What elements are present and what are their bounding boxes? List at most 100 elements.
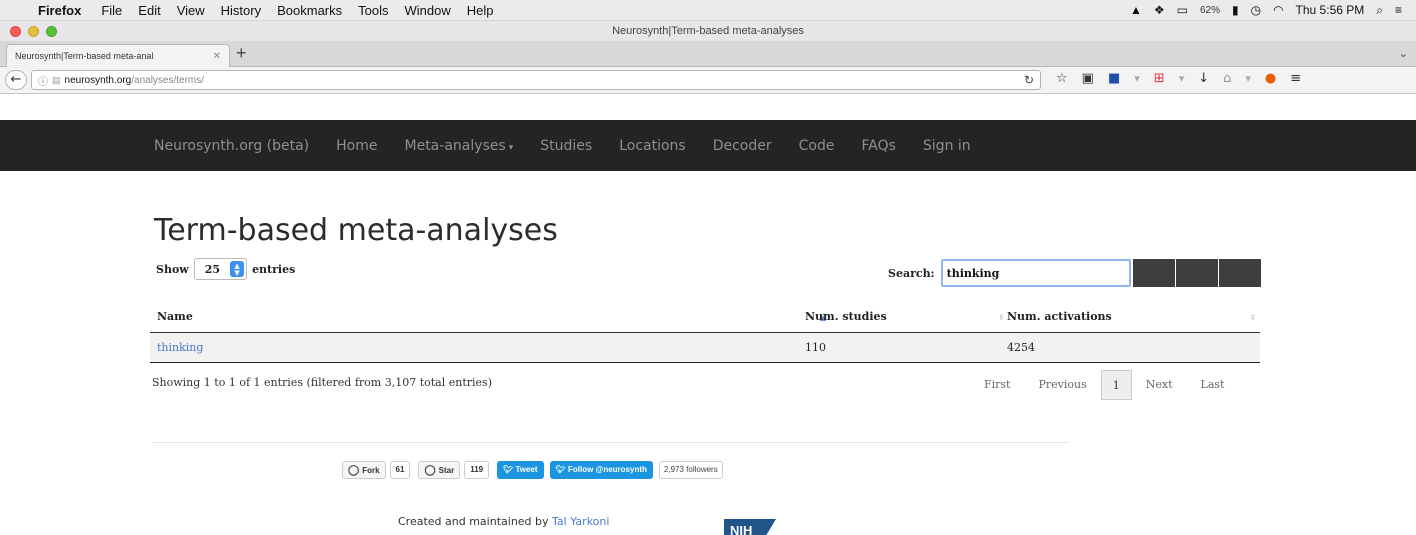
close-window-icon[interactable]	[10, 26, 21, 37]
github-icon: ◯	[424, 464, 436, 476]
cell-studies: 110	[798, 332, 1000, 363]
close-icon[interactable]: ✕	[213, 51, 221, 62]
dropbox-icon[interactable]: ❖	[1154, 3, 1165, 17]
pagination-last[interactable]: Last	[1187, 370, 1239, 400]
menu-view[interactable]: View	[177, 3, 205, 18]
menu-help[interactable]: Help	[467, 3, 494, 18]
pagination: First Previous 1 Next Last	[970, 370, 1238, 400]
export-button-3[interactable]	[1218, 259, 1261, 287]
table-info: Showing 1 to 1 of 1 entries (filtered fr…	[152, 376, 492, 389]
nav-home[interactable]: Home	[336, 138, 377, 154]
pagination-first[interactable]: First	[970, 370, 1024, 400]
reload-icon[interactable]: ↻	[1024, 73, 1034, 87]
wifi-icon[interactable]: ◠	[1273, 3, 1283, 17]
show-label: Show	[156, 262, 189, 276]
table-header-row: Name ▲ ◆ Num. studies ⇕ Num. activations…	[150, 302, 1260, 333]
time-machine-icon[interactable]: ◷	[1251, 3, 1261, 17]
download-icon[interactable]: ↓	[1198, 71, 1209, 86]
info-icon[interactable]: ⓘ	[38, 73, 48, 88]
zoom-window-icon[interactable]	[46, 26, 57, 37]
hamburger-menu-icon[interactable]: ≡	[1290, 71, 1301, 86]
caret-down-icon: ▾	[508, 142, 514, 153]
window-titlebar: Neurosynth|Term-based meta-analyses	[0, 21, 1416, 41]
nav-locations[interactable]: Locations	[619, 138, 686, 154]
back-arrow-icon[interactable]: ←	[5, 70, 27, 90]
pagination-next[interactable]: Next	[1132, 370, 1187, 400]
nav-code[interactable]: Code	[799, 138, 835, 154]
page-length-value: 25	[204, 262, 221, 276]
menu-file[interactable]: File	[101, 3, 122, 18]
browser-tab[interactable]: Neurosynth|Term-based meta-anal ✕	[6, 44, 230, 67]
notification-center-icon[interactable]: ≡	[1395, 3, 1402, 17]
sort-icon: ⇕	[1249, 312, 1256, 322]
airplay-icon[interactable]: ▭	[1177, 3, 1188, 17]
dropdown-icon[interactable]: ▾	[1179, 72, 1185, 85]
nav-studies[interactable]: Studies	[540, 138, 592, 154]
sort-icon: ⇕	[998, 312, 1005, 322]
new-tab-icon[interactable]: +	[236, 43, 247, 64]
dropdown-icon[interactable]: ▾	[1245, 72, 1251, 85]
follow-label: Follow @neurosynth	[567, 465, 647, 474]
drive-icon[interactable]: ▲	[1130, 3, 1142, 17]
pagination-previous[interactable]: Previous	[1024, 370, 1100, 400]
nav-faqs[interactable]: FAQs	[861, 138, 895, 154]
reader-view-icon[interactable]: ▣	[1082, 71, 1094, 86]
clock[interactable]: Thu 5:56 PM	[1296, 3, 1365, 17]
search-input[interactable]	[940, 259, 1131, 287]
table-search: Search:	[888, 259, 1261, 287]
menu-app-name[interactable]: Firefox	[38, 3, 81, 18]
cell-activations: 4254	[1000, 332, 1260, 363]
github-fork-button[interactable]: ◯ Fork	[342, 461, 386, 479]
bookmark-star-icon[interactable]: ☆	[1056, 71, 1068, 86]
github-icon: ◯	[348, 464, 360, 476]
export-button-group	[1132, 259, 1261, 287]
extension-icon[interactable]: ⊞	[1154, 71, 1165, 86]
author-link[interactable]: Tal Yarkoni	[552, 515, 609, 528]
followers-count[interactable]: 2,973 followers	[658, 461, 723, 479]
menu-edit[interactable]: Edit	[138, 3, 160, 18]
fork-count[interactable]: 61	[389, 461, 411, 479]
home-icon[interactable]: ⌂	[1223, 71, 1231, 86]
nav-sign-in[interactable]: Sign in	[923, 138, 971, 154]
column-header-name[interactable]: Name ▲	[150, 302, 826, 333]
follow-button[interactable]: 🐦︎ Follow @neurosynth	[549, 461, 653, 479]
tweet-button[interactable]: 🐦︎ Tweet	[497, 461, 544, 479]
pagination-current[interactable]: 1	[1100, 370, 1132, 400]
column-header-studies[interactable]: ◆ Num. studies	[798, 302, 1000, 333]
battery-icon[interactable]: ▮	[1232, 3, 1239, 17]
nih-logo[interactable]: NIH	[724, 515, 792, 535]
menu-bookmarks[interactable]: Bookmarks	[277, 3, 342, 18]
menu-window[interactable]: Window	[405, 3, 451, 18]
tab-strip: Neurosynth|Term-based meta-anal ✕ + ⌄	[0, 41, 1416, 67]
export-button-2[interactable]	[1175, 259, 1218, 287]
column-header-label: Name	[157, 310, 193, 324]
nav-meta-analyses[interactable]: Meta-analyses ▾	[405, 138, 514, 154]
nav-decoder[interactable]: Decoder	[713, 138, 772, 154]
firefox-icon[interactable]: ●	[1265, 71, 1276, 86]
dropdown-icon[interactable]: ▾	[1134, 72, 1140, 85]
chevron-down-icon[interactable]: ⌄	[1399, 47, 1408, 60]
term-link[interactable]: thinking	[157, 341, 203, 354]
page-icon: ▤	[52, 74, 61, 85]
browser-navbar: ← ⓘ ▤ neurosynth.org /analyses/terms/ ↻ …	[0, 67, 1416, 94]
window-controls	[10, 26, 57, 37]
minimize-window-icon[interactable]	[28, 26, 39, 37]
nav-meta-analyses-label: Meta-analyses	[404, 137, 506, 154]
spotlight-icon[interactable]: ⌕	[1376, 3, 1383, 18]
export-button-1[interactable]	[1132, 259, 1175, 287]
github-star-button[interactable]: ◯ Star	[418, 461, 461, 479]
nih-logo-graphic: NIH	[724, 519, 776, 535]
site-brand-link[interactable]: Neurosynth.org (beta)	[154, 138, 309, 154]
url-bar[interactable]: ⓘ ▤ neurosynth.org /analyses/terms/ ↻	[31, 70, 1041, 90]
menu-history[interactable]: History	[221, 3, 261, 18]
menu-tools[interactable]: Tools	[358, 3, 388, 18]
column-header-activations[interactable]: ⇕ Num. activations ⇕	[998, 302, 1260, 333]
star-count[interactable]: 119	[464, 461, 490, 479]
twitter-bird-icon: 🐦︎	[503, 465, 514, 474]
tweet-label: Tweet	[515, 465, 538, 474]
page-title: Term-based meta-analyses	[154, 213, 558, 248]
page-length-select[interactable]: 25 ▲ ▼	[193, 258, 248, 280]
save-icon[interactable]: ■	[1108, 71, 1120, 86]
tab-label: Neurosynth|Term-based meta-anal	[15, 51, 154, 61]
site-navbar: Neurosynth.org (beta) Home Meta-analyses…	[0, 120, 1416, 171]
